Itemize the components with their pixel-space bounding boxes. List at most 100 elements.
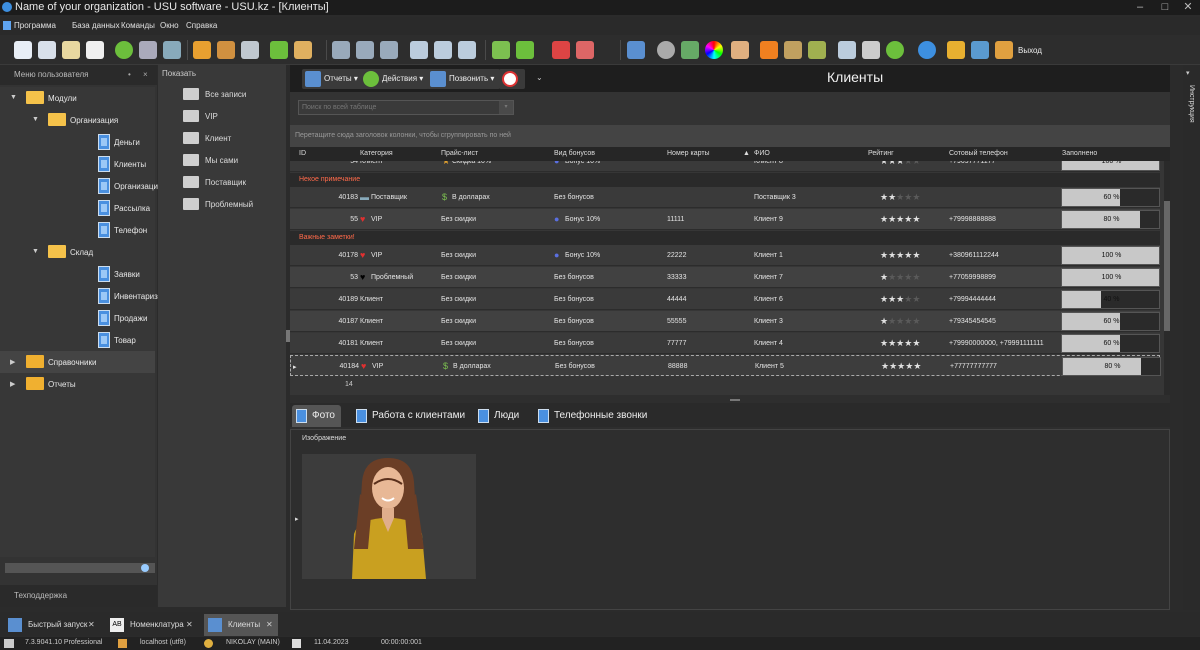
expand-arrow-icon[interactable]: ▶ <box>10 380 15 388</box>
print-icon[interactable] <box>862 41 880 59</box>
search-dropdown-icon[interactable]: ▾ <box>499 101 513 114</box>
menu-window[interactable]: Окно <box>160 21 179 30</box>
collapse-arrow-icon[interactable]: ▼ <box>32 248 39 255</box>
collapse-arrow-icon[interactable]: ▼ <box>32 116 39 123</box>
close-all-icon[interactable] <box>576 41 594 59</box>
user-icon[interactable] <box>784 41 802 59</box>
refresh-icon[interactable] <box>115 41 133 59</box>
table-row[interactable]: 40181 Клиент Без скидки Без бонусов 77777 Кли… <box>290 333 1160 354</box>
tree-item-modules[interactable]: ▼ Модули <box>0 87 155 109</box>
tree-item-mailing[interactable]: Рассылка <box>0 197 155 219</box>
tab-nomenclature-close-icon[interactable]: ✕ <box>186 614 193 636</box>
tab-nomenclature[interactable]: AB Номенклатура ✕ <box>106 614 198 636</box>
delete-record-icon[interactable] <box>86 41 104 59</box>
tab-clients[interactable]: Клиенты ✕ <box>204 614 278 636</box>
table-icon[interactable] <box>458 41 476 59</box>
table-row[interactable]: 53 ♥ Проблемный Без скидки Без бонусов 33333 К… <box>290 267 1160 288</box>
minimize-icon[interactable]: – <box>1130 0 1150 15</box>
table-row[interactable]: 40189 Клиент Без скидки Без бонусов 44444 Кли… <box>290 289 1160 310</box>
rating-stars[interactable]: ★★★★★ <box>880 272 920 283</box>
tree-item-inventory[interactable]: Инвентаризация <box>0 285 176 307</box>
col-pricelist[interactable]: Прайс-лист <box>441 150 478 157</box>
table-row[interactable]: 54 Клиент ★ Скидка 10% ● Бонус 10% Клиент 8 ★★★… <box>290 161 1160 172</box>
rating-stars[interactable]: ★★★★★ <box>880 250 920 261</box>
info-icon[interactable] <box>918 41 936 59</box>
grid-scrollbar[interactable] <box>1164 161 1170 395</box>
new-record-icon[interactable] <box>14 41 32 59</box>
rss-icon[interactable] <box>760 41 778 59</box>
tree-item-references[interactable]: ▶ Справочники <box>0 351 155 373</box>
hand-icon[interactable] <box>731 41 749 59</box>
actions-button[interactable]: Действия ▾ <box>360 69 430 89</box>
rating-stars[interactable]: ★★★★★ <box>880 294 920 305</box>
image-icon[interactable] <box>294 41 312 59</box>
menu-program[interactable]: Программа <box>14 21 56 30</box>
tab-quick-launch-close-icon[interactable]: ✕ <box>88 614 95 636</box>
tab-photo[interactable]: Фото <box>292 405 341 427</box>
tree-item-organization[interactable]: ▼ Организация <box>0 109 155 131</box>
client-photo[interactable] <box>302 454 476 579</box>
col-card-number[interactable]: Номер карты <box>667 150 710 157</box>
tree-icon[interactable] <box>356 41 374 59</box>
collapse-arrow-icon[interactable]: ▼ <box>10 94 17 101</box>
rating-stars[interactable]: ★★★★★ <box>880 214 920 225</box>
col-mobile[interactable]: Сотовый телефон <box>949 150 1008 157</box>
pin-icon[interactable]: • <box>128 65 131 85</box>
import-icon[interactable] <box>516 41 534 59</box>
search-icon[interactable] <box>139 41 157 59</box>
tree-item-clients[interactable]: Клиенты <box>0 153 155 175</box>
reports-button[interactable]: Отчеты ▾ <box>302 69 364 89</box>
tab-quick-launch[interactable]: Быстрый запуск ✕ <box>4 614 100 636</box>
export-icon[interactable] <box>492 41 510 59</box>
group-by-area[interactable]: Перетащите сюда заголовок колонки, чтобы… <box>290 125 1170 147</box>
grid-icon[interactable] <box>627 41 645 59</box>
col-category[interactable]: Категория <box>360 150 393 157</box>
table-row[interactable]: 40187 Клиент Без скидки Без бонусов 55555 Кли… <box>290 311 1160 332</box>
tab-phone-calls[interactable]: Телефонные звонки <box>534 405 653 427</box>
exit-button[interactable]: Выход <box>1018 46 1042 55</box>
group-note-row[interactable]: Некое примечание <box>290 173 1160 187</box>
find-icon[interactable] <box>163 41 181 59</box>
tree-item-money[interactable]: Деньги <box>0 131 155 153</box>
tree-scrollbar[interactable] <box>5 563 155 573</box>
close-icon[interactable]: ✕ <box>1178 0 1198 15</box>
show-item-all[interactable]: Все записи <box>158 83 286 105</box>
group-note-row[interactable]: Важные заметки! <box>290 231 1160 245</box>
table-row[interactable]: 55 ♥ VIP Без скидки ● Бонус 10% 11111 Клиент 9 ★… <box>290 209 1160 230</box>
col-filled[interactable]: Заполнено <box>1062 150 1097 157</box>
forward-icon[interactable] <box>886 41 904 59</box>
more-actions-icon[interactable]: ⌄ <box>536 73 543 82</box>
instruction-panel[interactable]: ▾ Инструкция <box>1183 65 1200 610</box>
rating-stars[interactable]: ★★★★★ <box>880 316 920 327</box>
panel-close-icon[interactable]: × <box>143 65 148 85</box>
call-button[interactable]: Позвонить ▾ <box>427 69 501 89</box>
col-bonus-type[interactable]: Вид бонусов <box>554 150 595 157</box>
expand-arrow-icon[interactable]: ▶ <box>10 358 15 366</box>
table-row[interactable]: 40183 ▬ Поставщик $ В долларах Без бонусов Пос… <box>290 187 1160 208</box>
rating-stars[interactable]: ★★★★★ <box>881 361 921 372</box>
plug-icon[interactable] <box>971 41 989 59</box>
color-wheel-icon[interactable] <box>705 41 723 59</box>
rating-stars[interactable]: ★★★★★ <box>880 338 920 349</box>
gear-icon[interactable] <box>657 41 675 59</box>
show-item-vip[interactable]: VIP <box>158 105 286 127</box>
columns-icon[interactable] <box>434 41 452 59</box>
tree-item-requests[interactable]: Заявки <box>0 263 155 285</box>
tree-item-organizations[interactable]: Организации <box>0 175 162 197</box>
add-column-icon[interactable] <box>410 41 428 59</box>
menu-help[interactable]: Справка <box>186 21 217 30</box>
rating-stars[interactable]: ★★★★★ <box>880 192 920 203</box>
tree-item-warehouse[interactable]: ▼ Склад <box>0 241 155 263</box>
tree-item-reports[interactable]: ▶ Отчеты <box>0 373 155 395</box>
chart-icon[interactable] <box>681 41 699 59</box>
tree-item-phone[interactable]: Телефон <box>0 219 155 241</box>
tab-client-work[interactable]: Работа с клиентами <box>352 405 471 427</box>
edit-record-icon[interactable] <box>62 41 80 59</box>
tree-item-goods[interactable]: Товар <box>0 329 155 351</box>
users-icon[interactable] <box>808 41 826 59</box>
filter-clear-icon[interactable] <box>241 41 259 59</box>
show-item-problem[interactable]: Проблемный <box>158 193 286 215</box>
table-row[interactable]: 40184 ♥ VIP $ В долларах Без бонусов 88888 Клие… <box>290 355 1161 376</box>
table-row[interactable]: 40178 ♥ VIP Без скидки ● Бонус 10% 22222 Клиент… <box>290 245 1160 266</box>
collapse-icon[interactable] <box>380 41 398 59</box>
